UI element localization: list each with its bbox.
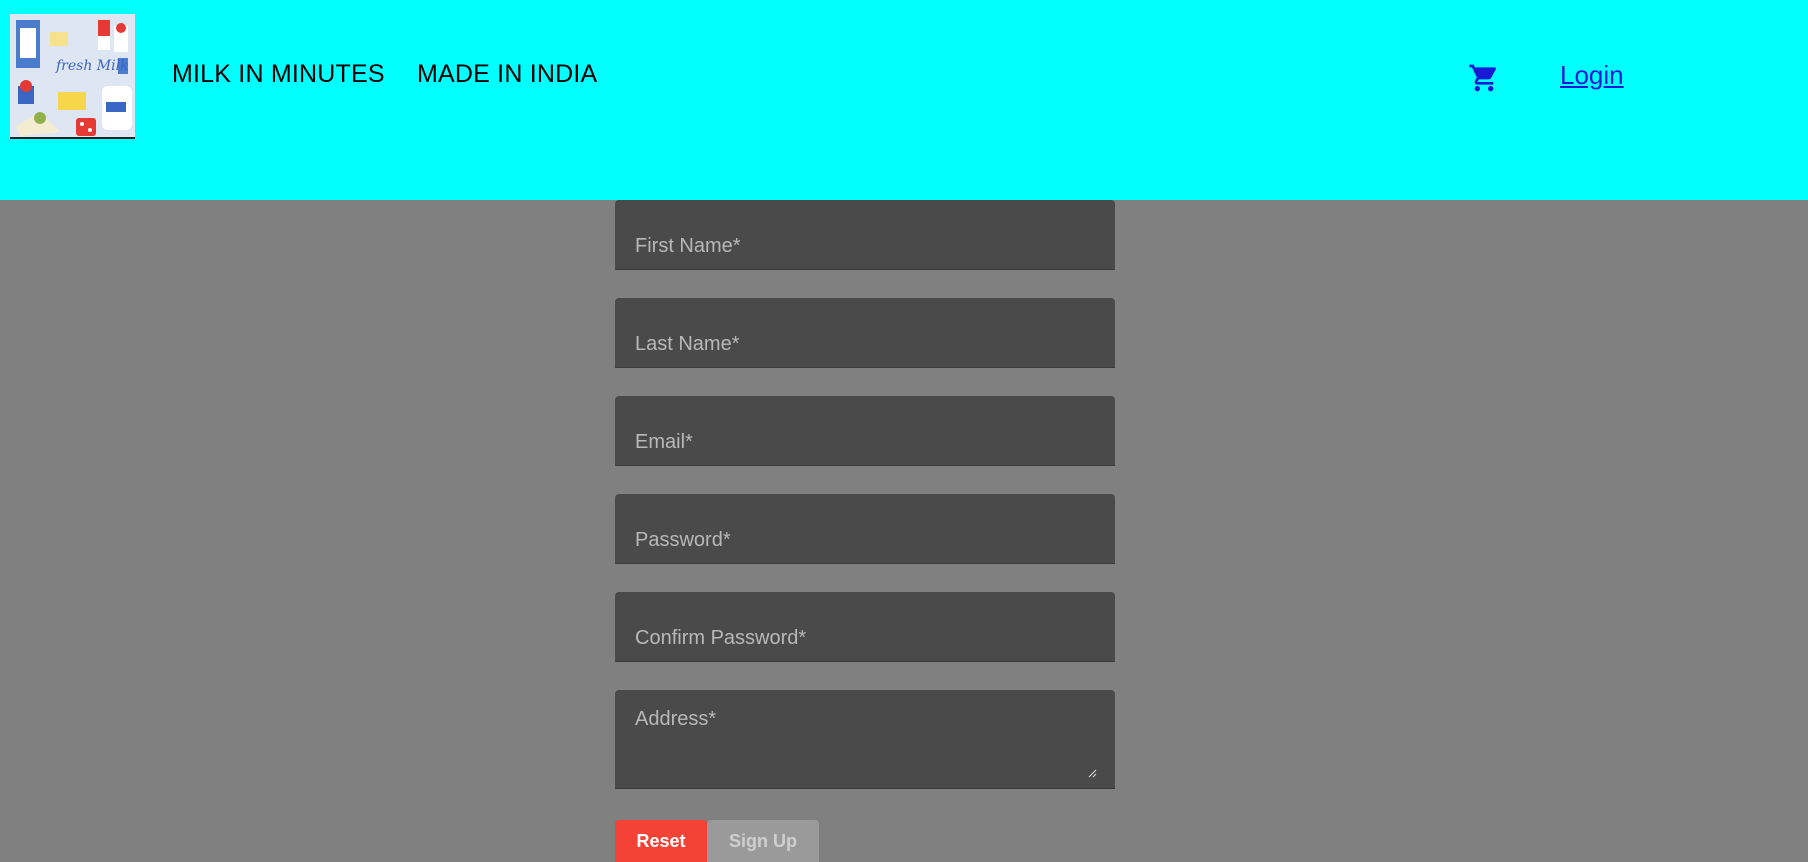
milk-products-logo-icon: fresh Milk <box>10 14 135 137</box>
sign-up-button[interactable]: Sign Up <box>707 820 819 862</box>
top-header: fresh Milk MILK IN MINUTES MADE IN INDIA… <box>0 0 1808 200</box>
reset-button[interactable]: Reset <box>615 820 707 862</box>
cart-button[interactable] <box>1468 62 1500 94</box>
first-name-input[interactable] <box>615 200 1115 269</box>
email-field[interactable] <box>615 396 1115 466</box>
password-input[interactable] <box>615 494 1115 563</box>
logo-text: fresh Milk <box>55 58 129 74</box>
last-name-field[interactable] <box>615 298 1115 368</box>
last-name-input[interactable] <box>615 298 1115 367</box>
resize-handle-icon[interactable] <box>1087 768 1097 778</box>
logo[interactable]: fresh Milk <box>10 14 135 139</box>
email-input[interactable] <box>615 396 1115 465</box>
address-field[interactable] <box>615 690 1115 789</box>
confirm-password-input[interactable] <box>615 592 1115 661</box>
first-name-field[interactable] <box>615 200 1115 270</box>
login-link[interactable]: Login <box>1560 60 1624 91</box>
confirm-password-field[interactable] <box>615 592 1115 662</box>
password-field[interactable] <box>615 494 1115 564</box>
address-input[interactable] <box>615 690 1115 788</box>
shopping-cart-icon <box>1469 64 1497 92</box>
brand-title: MILK IN MINUTES <box>172 60 385 88</box>
brand-subtitle: MADE IN INDIA <box>417 60 598 88</box>
